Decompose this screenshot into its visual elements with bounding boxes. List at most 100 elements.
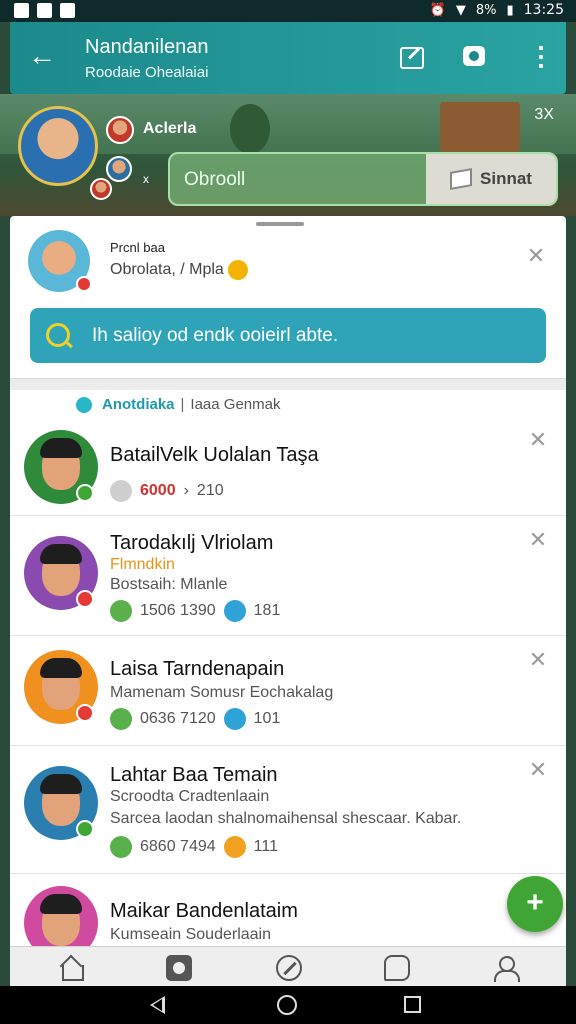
cube-icon [450, 168, 473, 190]
like-icon [110, 600, 132, 622]
section-label[interactable]: Anotdiaka [102, 396, 175, 413]
profile-icon[interactable] [492, 955, 520, 982]
clock: 13:25 [523, 2, 564, 18]
divider [10, 378, 566, 390]
notification-card[interactable]: Prcnl baa Obrolata, / Mpla ✕ Ih salioy o… [10, 216, 566, 380]
check-notification-icon [60, 3, 75, 18]
stat-secondary: 111 [253, 838, 278, 855]
signal-icon: ▮ [506, 2, 514, 18]
close-icon[interactable]: ✕ [528, 529, 548, 551]
stat-secondary: 101 [253, 710, 281, 727]
send-button-label: Sinnat [480, 169, 532, 188]
mail-notification-icon [37, 3, 52, 18]
coin-icon [110, 480, 132, 502]
list-item[interactable]: Maikar Bandenlataim Kumseain Souderlaain [10, 874, 566, 946]
system-home-icon[interactable] [277, 995, 297, 1015]
stat-primary: 1506 1390 [140, 602, 216, 619]
system-navigation [0, 986, 576, 1024]
alarm-icon: ⏰ [429, 2, 446, 18]
friend-avatar[interactable] [106, 156, 132, 182]
camera-icon[interactable] [166, 955, 192, 981]
notification-text: Obrolata, / Mpla [110, 260, 248, 280]
contact-stats: 6000 › 210 [110, 480, 224, 502]
like-icon [110, 836, 132, 858]
contact-detail: Mamenam Somusr Eochakalag [110, 684, 334, 701]
message-input-value[interactable]: Obrooll [184, 169, 245, 191]
heart-icon [223, 600, 246, 622]
profile-avatar[interactable] [18, 106, 98, 186]
stat-primary: 6860 7494 [140, 838, 216, 855]
friend-avatar[interactable] [106, 116, 134, 144]
friend-avatar[interactable] [90, 178, 112, 200]
edit-icon[interactable] [398, 44, 424, 70]
background-hut [440, 102, 520, 152]
stat-secondary: 210 [196, 482, 224, 499]
close-icon[interactable]: ✕ [526, 245, 546, 267]
back-arrow-icon[interactable]: ← [28, 42, 58, 72]
contact-name: Lahtar Baa Temain [110, 764, 278, 786]
contact-role: Scroodta Cradtenlaain [110, 788, 270, 805]
contact-detail: Sarcea laodan shalnomaihensal shescaar. … [110, 810, 462, 827]
hero-small-label: x [143, 172, 149, 186]
chat-icon[interactable] [384, 955, 410, 981]
contact-stats: 1506 1390 181 [110, 600, 280, 622]
stat-primary: 6000 [140, 482, 176, 499]
contact-name: Laisa Tarndenapain [110, 658, 285, 680]
contact-name: BatailVelk Uolalan Taşa [110, 444, 319, 466]
list-item[interactable]: BatailVelk Uolalan Taşa 6000 › 210 ✕ [10, 420, 566, 516]
section-sub: Iaaa Genmak [190, 396, 281, 413]
notification-badge [76, 276, 92, 292]
send-button[interactable]: Sinnat [426, 154, 556, 204]
list-item[interactable]: Tarodakılj Vlriolam Flmndkin Bostsaih: M… [10, 516, 566, 636]
close-icon[interactable]: ✕ [528, 649, 548, 671]
app-notification-icon [14, 3, 29, 18]
home-icon[interactable] [58, 955, 84, 981]
message-input[interactable]: Obrooll Sinnat [168, 152, 558, 206]
stat-secondary: 181 [253, 602, 281, 619]
system-recents-icon[interactable] [404, 996, 421, 1013]
search-input[interactable]: Ih salioy od endk ooieirl abte. [30, 308, 546, 363]
more-vertical-icon[interactable]: ⋮ [528, 43, 554, 70]
status-bar: ⏰ ▼ 8% ▮ 13:25 [0, 0, 576, 22]
avatar-hair [40, 438, 82, 458]
notification-title: Prcnl baa [110, 240, 165, 255]
avatar-hair [40, 774, 82, 794]
hero-name: Aclerla [143, 120, 197, 137]
system-back-icon[interactable] [150, 996, 165, 1014]
status-badge [76, 484, 94, 502]
contact-name: Maikar Bandenlataim [110, 900, 298, 922]
heart-icon [223, 708, 246, 730]
list-item[interactable]: Lahtar Baa Temain Scroodta Cradtenlaain … [10, 746, 566, 874]
avatar-hair [40, 894, 82, 914]
contact-stats: 6860 7494 111 [110, 836, 278, 858]
hero-banner: Aclerla x 3X Obrooll Sinnat [0, 94, 576, 216]
background-tree [230, 104, 270, 154]
stat-arrow: › [183, 482, 189, 499]
bottom-navigation [10, 946, 566, 986]
emoji-icon [227, 260, 248, 280]
status-badge [76, 590, 94, 608]
notification-icons [14, 3, 75, 18]
battery-label: 8% [475, 2, 497, 18]
page-title: Nandanilenan [85, 36, 209, 58]
avatar-hair [40, 544, 82, 564]
page-subtitle: Roodaie Ohealaiai [85, 64, 209, 81]
avatar[interactable] [24, 886, 98, 946]
camera-icon[interactable] [462, 44, 488, 70]
section-separator: | [180, 396, 185, 413]
close-icon[interactable]: ✕ [528, 759, 548, 781]
like-icon [110, 708, 132, 730]
contact-role: Flmndkin [110, 556, 175, 573]
contact-stats: 0636 7120 101 [110, 708, 280, 730]
section-header: Anotdiaka | Iaaa Genmak [76, 396, 280, 413]
status-badge [76, 704, 94, 722]
stat-primary: 0636 7120 [140, 710, 216, 727]
notification-text-value: Obrolata, / Mpla [110, 261, 224, 279]
list-item[interactable]: Laisa Tarndenapain Mamenam Somusr Eochak… [10, 636, 566, 746]
add-button[interactable]: + [507, 876, 563, 932]
explore-icon[interactable] [276, 955, 302, 981]
hero-close-button[interactable]: 3X [534, 106, 554, 124]
emoji-icon [223, 836, 246, 858]
close-icon[interactable]: ✕ [528, 429, 548, 451]
status-badge [76, 820, 94, 838]
